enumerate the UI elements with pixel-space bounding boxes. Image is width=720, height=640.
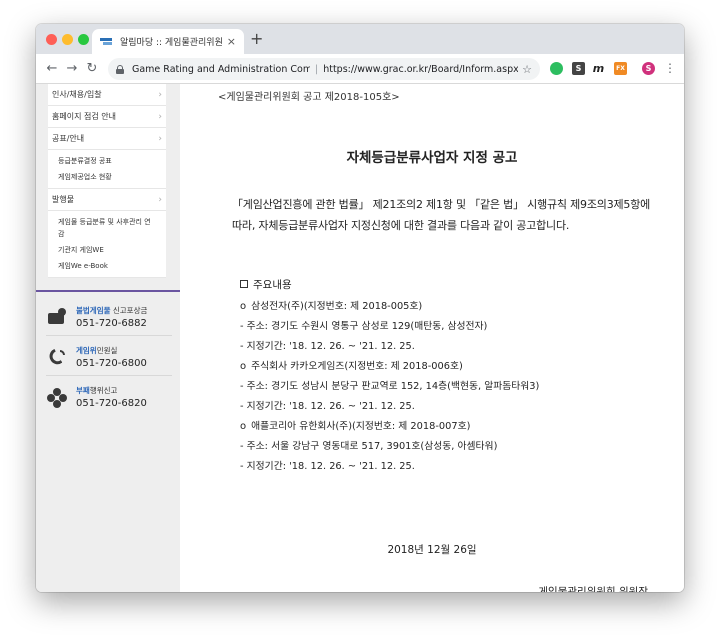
chevron-right-icon: › — [158, 133, 162, 144]
company-list: 삼성전자(주)(지정번호: 제 2018-005호) - 주소: 경기도 수원시… — [240, 297, 660, 477]
maximize-window-button[interactable] — [78, 34, 89, 45]
profile-avatar[interactable]: S — [642, 62, 655, 75]
sidebar-submenu-announcements: 등급분류결정 공표 게임제공업소 현황 — [48, 150, 166, 189]
contact-title: 불법게임물 신고포상금 — [76, 305, 148, 315]
notice-date: 2018년 12월 26일 — [387, 544, 477, 556]
address-bar[interactable]: Game Rating and Administration Committee… — [108, 58, 540, 80]
company-name: 삼성전자(주)(지정번호: 제 2018-005호) — [240, 297, 660, 317]
chevron-right-icon: › — [158, 89, 162, 100]
browser-tab[interactable]: 알림마당 :: 게임물관리위원회 × — [92, 29, 244, 54]
money-icon — [46, 307, 68, 329]
sidebar-submenu-publications: 게임물 등급분류 및 사후관리 연감 기관지 게임WE 게임We e-Book — [48, 211, 166, 278]
contact-civil-service[interactable]: 게임위민원실 051-720-6800 — [46, 340, 172, 376]
sidebar-item-label: 발행물 — [52, 195, 75, 204]
notice-intro: 「게임산업진흥에 관한 법률」 제21조의2 제1항 및 「같은 법」 시행규칙… — [232, 198, 651, 232]
checkbox-square-icon — [240, 280, 248, 288]
omnibox-separator: | — [315, 63, 319, 75]
sidebar-subitem-arcade-status[interactable]: 게임제공업소 현황 — [48, 169, 166, 185]
sidebar-item-maintenance[interactable]: 홈페이지 점검 안내 › — [48, 106, 166, 128]
chevron-right-icon: › — [158, 194, 162, 205]
tab-title: 알림마당 :: 게임물관리위원회 — [120, 38, 223, 48]
company-period: - 지정기간: '18. 12. 26. ~ '21. 12. 25. — [240, 461, 415, 472]
contact-corruption-report[interactable]: 부패행위신고 051-720-6820 — [46, 380, 172, 416]
sidebar: 인사/채용/입찰 › 홈페이지 점검 안내 › 공표/안내 › 등급분류결정 공… — [36, 84, 180, 592]
sidebar-item-announcements[interactable]: 공표/안내 › — [48, 128, 166, 150]
sidebar-item-label: 인사/채용/입찰 — [52, 90, 102, 99]
browser-menu-icon[interactable]: ⋮ — [664, 61, 676, 75]
contact-illegal-game-report[interactable]: 불법게임물 신고포상금 051-720-6882 — [46, 300, 172, 336]
page-content: 인사/채용/입찰 › 홈페이지 점검 안내 › 공표/안내 › 등급분류결정 공… — [36, 84, 684, 592]
extension-s-icon[interactable]: S — [572, 62, 585, 75]
company-address: - 주소: 경기도 성남시 분당구 판교역로 152, 14층(백현동, 알파돔… — [240, 381, 540, 392]
minimize-window-button[interactable] — [62, 34, 73, 45]
notice-title: 자체등급분류사업자 지정 공고 — [346, 150, 518, 166]
sidebar-subitem-rating-decision[interactable]: 등급분류결정 공표 — [48, 153, 166, 169]
company-address: - 주소: 서울 강남구 영동대로 517, 3901호(삼성동, 아셈타워) — [240, 441, 498, 452]
sidebar-divider — [36, 290, 180, 292]
sidebar-item-publications[interactable]: 발행물 › — [48, 189, 166, 211]
sidebar-item-label: 공표/안내 — [52, 134, 85, 143]
sidebar-item-label: 홈페이지 점검 안내 — [52, 112, 116, 121]
forward-arrow-icon[interactable]: → — [62, 61, 82, 76]
sidebar-subitem-ebook[interactable]: 게임We e-Book — [48, 258, 166, 274]
contact-phone: 051-720-6882 — [76, 317, 147, 329]
company-address: - 주소: 경기도 수원시 영통구 삼성로 129(매탄동, 삼성전자) — [240, 321, 488, 332]
contact-text: 게임위민원실 051-720-6800 — [76, 345, 147, 371]
company-name: 애플코리아 유한회사(주)(지정번호: 제 2018-007호) — [240, 417, 660, 437]
bookmark-star-icon[interactable]: ☆ — [522, 63, 532, 76]
sidebar-item-recruitment[interactable]: 인사/채용/입찰 › — [48, 84, 166, 106]
chevron-right-icon: › — [158, 111, 162, 122]
extension-fx-icon[interactable]: FX — [614, 62, 627, 75]
extension-m-icon[interactable]: m — [592, 62, 605, 75]
notice-signature: 게임물관리위원회 위원장 — [538, 586, 648, 592]
section-heading: 주요내용 — [240, 277, 292, 292]
contact-title: 부패행위신고 — [76, 386, 118, 395]
company-name: 주식회사 카카오게임즈(지정번호: 제 2018-006호) — [240, 357, 660, 377]
sidebar-subitem-yearbook[interactable]: 게임물 등급분류 및 사후관리 연감 — [48, 214, 166, 242]
flower-icon — [46, 387, 68, 409]
contact-text: 부패행위신고 051-720-6820 — [76, 385, 147, 411]
company-period: - 지정기간: '18. 12. 26. ~ '21. 12. 25. — [240, 341, 415, 352]
site-favicon-icon — [100, 36, 114, 48]
contact-phone: 051-720-6800 — [76, 357, 147, 369]
notice-article: <게임물관리위원회 공고 제2018-105호> 자체등급분류사업자 지정 공고… — [180, 84, 684, 592]
reload-icon[interactable]: ↻ — [82, 61, 102, 76]
back-arrow-icon[interactable]: ← — [42, 61, 62, 76]
close-window-button[interactable] — [46, 34, 57, 45]
new-tab-button[interactable]: + — [250, 30, 263, 48]
url-text[interactable]: https://www.grac.or.kr/Board/Inform.aspx… — [323, 64, 518, 75]
site-name: Game Rating and Administration Committee — [132, 63, 310, 75]
side-menu: 인사/채용/입찰 › 홈페이지 점검 안내 › 공표/안내 › 등급분류결정 공… — [48, 84, 166, 278]
browser-window: 알림마당 :: 게임물관리위원회 × + ← → ↻ Game Rating a… — [36, 24, 684, 592]
contact-phone: 051-720-6820 — [76, 398, 147, 409]
phone-icon — [46, 347, 68, 369]
tab-close-icon[interactable]: × — [227, 35, 236, 48]
contact-title: 게임위민원실 — [76, 345, 118, 355]
company-period: - 지정기간: '18. 12. 26. ~ '21. 12. 25. — [240, 401, 415, 412]
sidebar-subitem-gamewe[interactable]: 기관지 게임WE — [48, 242, 166, 258]
lock-icon[interactable] — [116, 64, 124, 74]
notice-number: <게임물관리위원회 공고 제2018-105호> — [218, 92, 400, 103]
evernote-extension-icon[interactable] — [550, 62, 563, 75]
browser-toolbar: ← → ↻ Game Rating and Administration Com… — [36, 54, 684, 84]
contact-text: 불법게임물 신고포상금 051-720-6882 — [76, 305, 147, 331]
tab-bar: 알림마당 :: 게임물관리위원회 × + — [36, 24, 684, 54]
